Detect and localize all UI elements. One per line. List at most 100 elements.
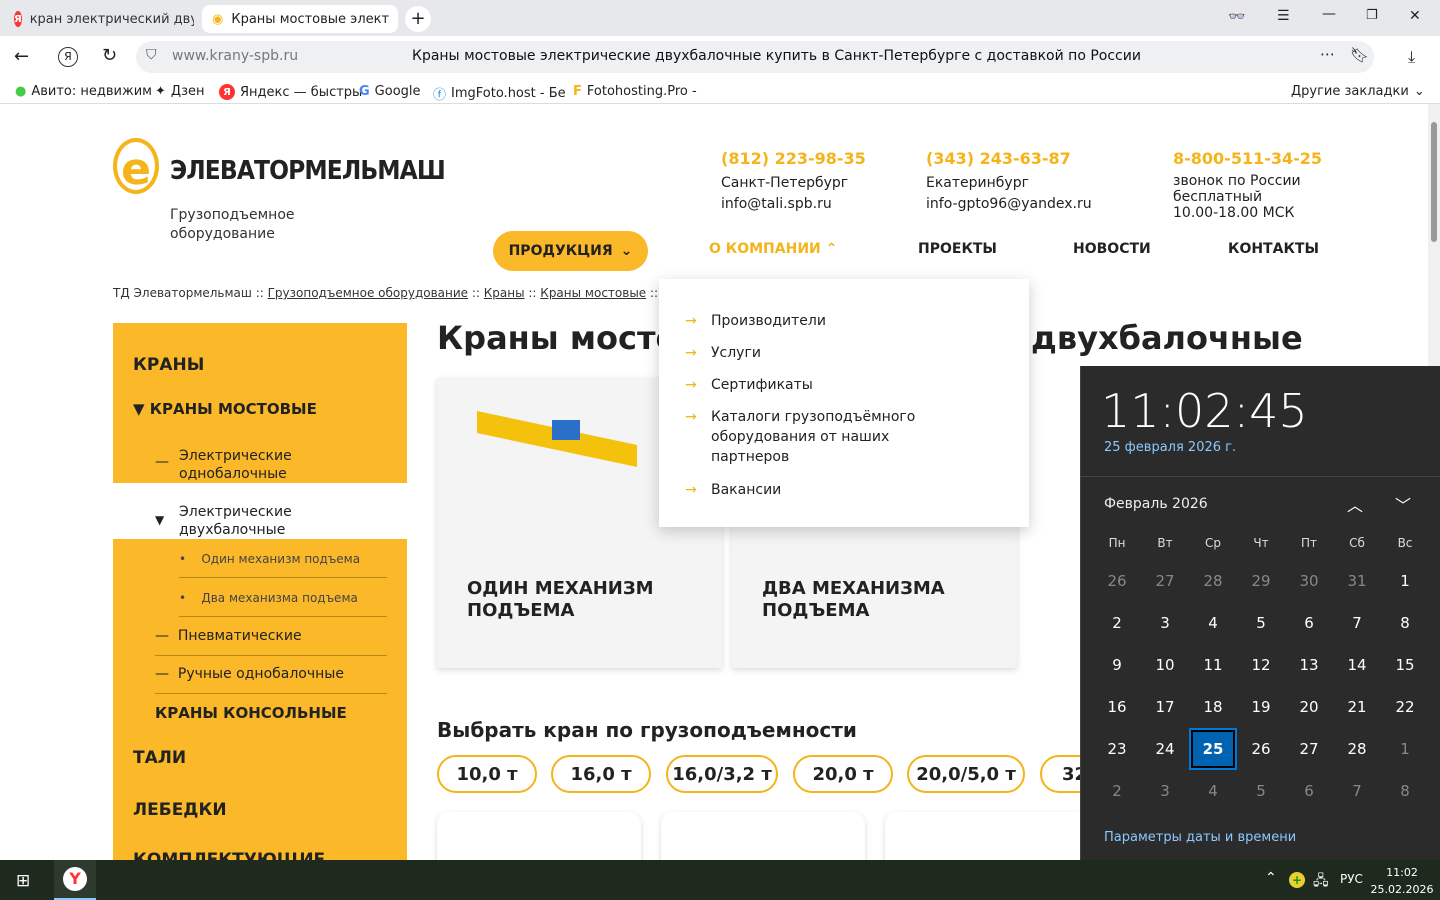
network-icon[interactable]: 🖧︎ [1313, 870, 1329, 894]
calendar-day[interactable]: 6 [1285, 770, 1333, 812]
calendar-day[interactable]: 7 [1333, 770, 1381, 812]
calendar-day[interactable]: 8 [1381, 602, 1429, 644]
menu-icon[interactable]: ☰ [1277, 8, 1290, 24]
calendar-day[interactable]: 2 [1093, 770, 1141, 812]
calendar-day[interactable]: 15 [1381, 644, 1429, 686]
calendar-day[interactable]: 19 [1237, 686, 1285, 728]
calendar-day[interactable]: 16 [1093, 686, 1141, 728]
reload-icon[interactable]: ↻ [102, 45, 117, 66]
yandex-browser-taskbar[interactable]: Y [54, 860, 96, 900]
nav-news[interactable]: НОВОСТИ [1073, 241, 1151, 257]
calendar-day[interactable]: 8 [1381, 770, 1429, 812]
calendar-day[interactable]: 12 [1237, 644, 1285, 686]
tray-chevron-icon[interactable]: ⌃ [1265, 870, 1277, 886]
calendar-day[interactable]: 2 [1093, 602, 1141, 644]
download-icon[interactable]: ⤓ [1408, 47, 1415, 67]
more-icon[interactable]: ⋯ [1320, 45, 1335, 63]
tab-active[interactable]: ◉Краны мостовые элект✕ [202, 5, 398, 33]
calendar-day[interactable]: 4 [1189, 602, 1237, 644]
calendar-day[interactable]: 1 [1381, 728, 1429, 770]
calendar-day[interactable]: 23 [1093, 728, 1141, 770]
bookmark-fotohosting[interactable]: F Fotohosting.Pro - [573, 84, 697, 99]
calendar-day[interactable]: 20 [1285, 686, 1333, 728]
calendar-day[interactable]: 5 [1237, 602, 1285, 644]
calendar-day[interactable]: 11 [1189, 644, 1237, 686]
email-link[interactable]: info@tali.spb.ru [721, 194, 832, 214]
product-card[interactable] [437, 812, 641, 860]
capacity-button[interactable]: 16,0/3,2 т [666, 755, 778, 793]
breadcrumb-link[interactable]: Грузоподъемное оборудование [268, 286, 468, 300]
sidebar-parts[interactable]: КОМПЛЕКТУЮЩИЕ [133, 850, 325, 860]
sidebar-hoists[interactable]: ТАЛИ [133, 748, 186, 768]
calendar-day[interactable]: 27 [1141, 560, 1189, 602]
incognito-icon[interactable]: 👓 [1228, 9, 1245, 25]
calendar-day[interactable]: 14 [1333, 644, 1381, 686]
product-card[interactable] [885, 812, 1089, 860]
calendar-day[interactable]: 26 [1093, 560, 1141, 602]
sidebar-two-mech[interactable]: • Два механизма подъема [179, 591, 387, 617]
calendar-day[interactable]: 5 [1237, 770, 1285, 812]
phone-russia[interactable]: 8-800-511-34-25 [1173, 149, 1322, 168]
sidebar-manual[interactable]: — Ручные однобалочные [155, 666, 387, 694]
calendar-day[interactable]: 3 [1141, 602, 1189, 644]
calendar-day[interactable]: 21 [1333, 686, 1381, 728]
sidebar-pneumo[interactable]: — Пневматические [155, 628, 387, 656]
bookmark-imgfoto[interactable]: ⓕ ImgFoto.host - Бе [433, 84, 566, 103]
menu-item-catalogs[interactable]: Каталоги грузоподъёмного оборудования от… [685, 407, 951, 467]
calendar-day[interactable]: 9 [1093, 644, 1141, 686]
nav-about[interactable]: О КОМПАНИИ ⌃ [709, 241, 837, 257]
other-bookmarks[interactable]: Другие закладки ⌄ [1291, 84, 1425, 99]
restore-button[interactable]: ❐ [1366, 8, 1378, 23]
sidebar-bridge[interactable]: ▼ КРАНЫ МОСТОВЫЕ [133, 400, 317, 418]
date-link[interactable]: 25 февраля 2026 г. [1104, 440, 1236, 455]
capacity-button[interactable]: 16,0 т [551, 755, 651, 793]
tray-app-icon[interactable]: + [1289, 872, 1305, 888]
sidebar-winches[interactable]: ЛЕБЕДКИ [133, 800, 227, 820]
product-card[interactable] [661, 812, 865, 860]
nav-products[interactable]: ПРОДУКЦИЯ ⌄ [493, 231, 648, 271]
calendar-day[interactable]: 4 [1189, 770, 1237, 812]
logo-text[interactable]: ЭЛЕВАТОРМЕЛЬМАШ [170, 156, 446, 186]
email-link[interactable]: info-gpto96@yandex.ru [926, 194, 1092, 214]
windows-start-icon[interactable]: ⊞ [16, 871, 30, 891]
sidebar-cranes[interactable]: КРАНЫ [133, 355, 204, 375]
nav-projects[interactable]: ПРОЕКТЫ [918, 241, 997, 257]
close-window-button[interactable]: ✕ [1409, 8, 1421, 24]
nav-contacts[interactable]: КОНТАКТЫ [1228, 241, 1319, 257]
calendar-day[interactable]: 30 [1285, 560, 1333, 602]
sidebar-el-single[interactable]: — Электрические однобалочные [155, 447, 305, 483]
calendar-day[interactable]: 28 [1189, 560, 1237, 602]
calendar-day[interactable]: 6 [1285, 602, 1333, 644]
minimize-button[interactable]: — [1322, 6, 1336, 22]
capacity-button[interactable]: 10,0 т [437, 755, 537, 793]
phone-ekb[interactable]: (343) 243-63-87 [926, 149, 1071, 168]
menu-item-vacancies[interactable]: Вакансии [685, 480, 781, 500]
bookmark-google[interactable]: G Google [359, 84, 421, 99]
sidebar-console[interactable]: КРАНЫ КОНСОЛЬНЫЕ [155, 704, 347, 722]
bookmark-avito[interactable]: ● Авито: недвижим [15, 84, 152, 99]
calendar-day[interactable]: 24 [1141, 728, 1189, 770]
calendar-day[interactable]: 22 [1381, 686, 1429, 728]
breadcrumb-link[interactable]: Краны [484, 286, 525, 300]
calendar-day[interactable]: 13 [1285, 644, 1333, 686]
menu-item-services[interactable]: Услуги [685, 343, 761, 363]
sidebar-el-double[interactable]: ▼ Электрические двухбалочные [155, 503, 305, 539]
calendar-day[interactable]: 28 [1333, 728, 1381, 770]
phone-spb[interactable]: (812) 223-98-35 [721, 149, 866, 168]
menu-item-certificates[interactable]: Сертификаты [685, 375, 813, 395]
breadcrumb-link[interactable]: Краны мостовые [540, 286, 646, 300]
taskbar-clock[interactable]: 11:02 25.02.2026 [1370, 864, 1434, 898]
menu-item-producers[interactable]: Производители [685, 311, 826, 331]
month-label[interactable]: Февраль 2026 [1104, 496, 1208, 512]
sidebar-one-mech[interactable]: • Один механизм подъема [179, 552, 387, 578]
new-tab-button[interactable]: + [405, 6, 431, 32]
calendar-day[interactable]: 17 [1141, 686, 1189, 728]
date-time-settings-link[interactable]: Параметры даты и времени [1104, 830, 1296, 845]
capacity-button[interactable]: 20,0/5,0 т [907, 755, 1025, 793]
bookmark-yandex[interactable]: Я Яндекс — быстры [219, 84, 362, 100]
url-field[interactable]: ⛉ www.krany-spb.ru Краны мостовые электр… [136, 41, 1374, 73]
calendar-day[interactable]: 26 [1237, 728, 1285, 770]
calendar-day[interactable]: 27 [1285, 728, 1333, 770]
chevron-up-icon[interactable]: ︿ [1347, 492, 1363, 516]
calendar-day[interactable]: 29 [1237, 560, 1285, 602]
